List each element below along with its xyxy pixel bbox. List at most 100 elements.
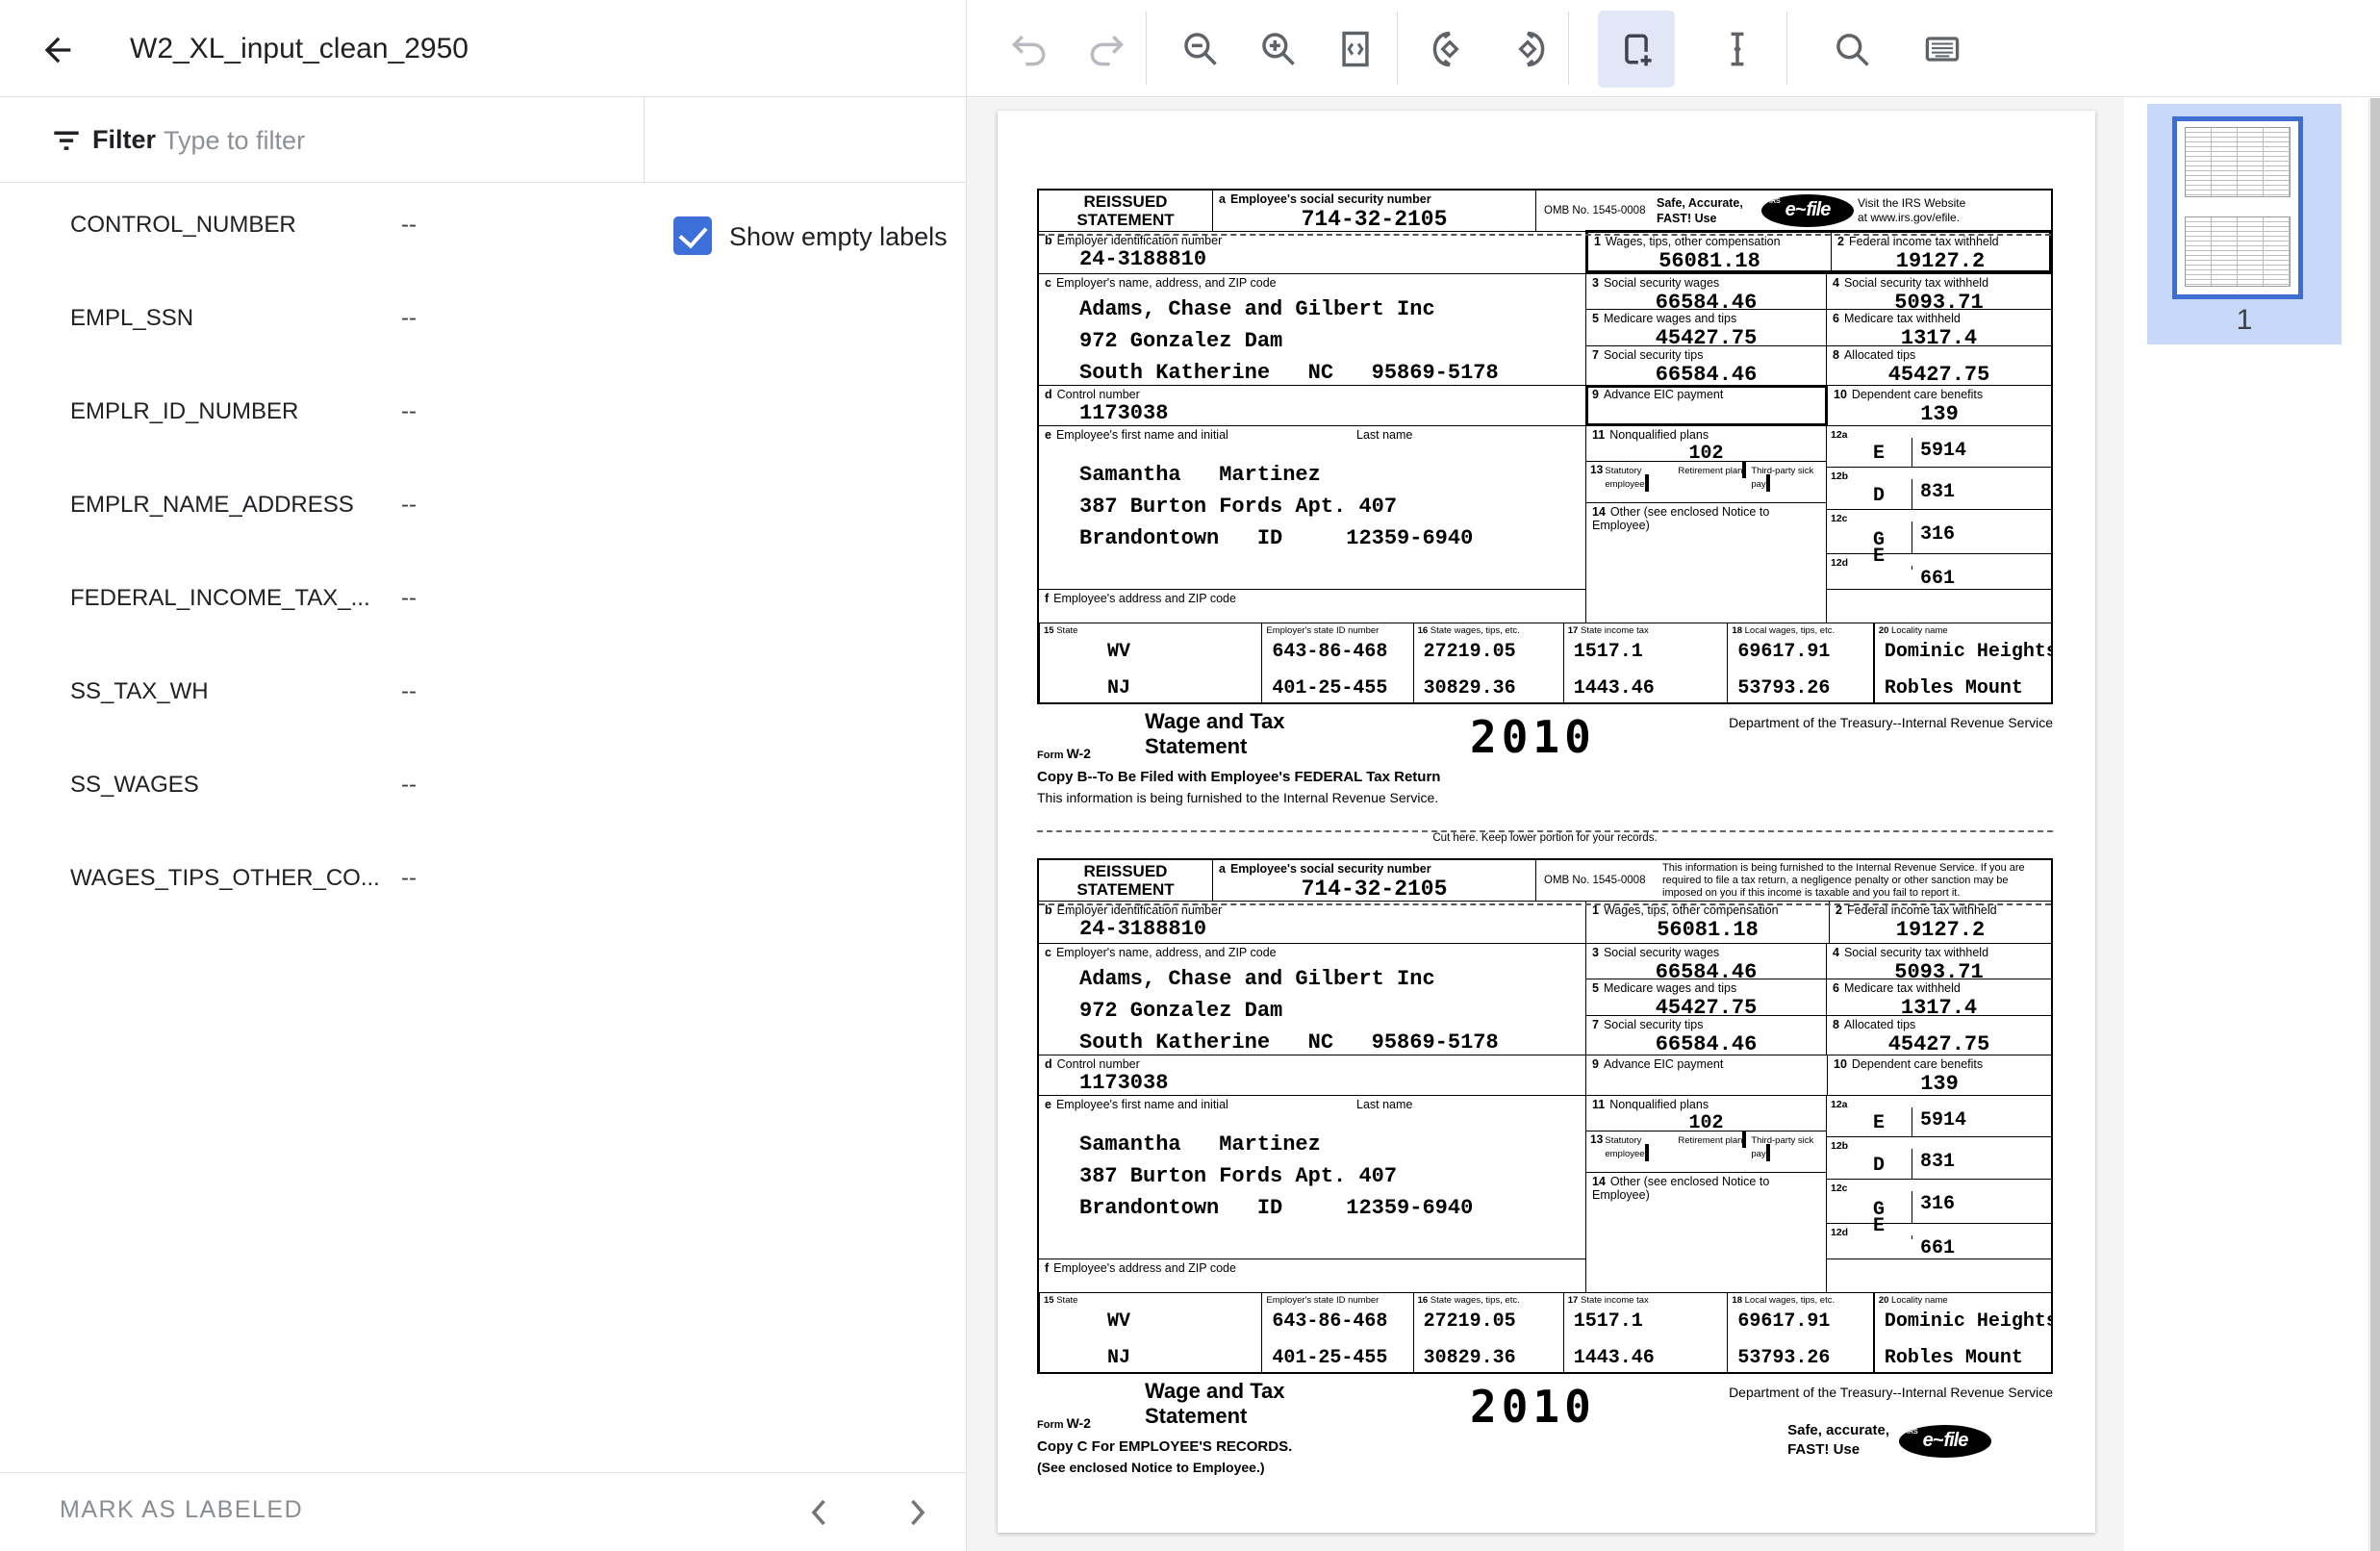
box-a-ssn: aEmployee's social security number 714-3… xyxy=(1212,860,1535,901)
zoom-in-icon xyxy=(1257,28,1300,70)
label-row[interactable]: CONTROL_NUMBER -- xyxy=(0,183,966,276)
tax-year: 2010 xyxy=(1470,711,1596,763)
document-viewer[interactable]: REISSUEDSTATEMENT aEmployee's social sec… xyxy=(967,98,2124,1551)
previous-document-button[interactable] xyxy=(797,1490,843,1537)
tax-year: 2010 xyxy=(1470,1381,1596,1433)
filter-bar: Filter Show empty labels xyxy=(0,97,966,183)
next-document-button[interactable] xyxy=(894,1490,940,1537)
form-header-right: OMB No. 1545-0008 Safe, Accurate,FAST! U… xyxy=(1535,191,2051,231)
document-header: W2_XL_input_clean_2950 xyxy=(0,0,966,97)
copy-b-footer: Form W-2 Wage and TaxStatement 2010 Depa… xyxy=(1037,709,2053,829)
keyboard-shortcuts-button[interactable] xyxy=(1920,27,1964,71)
document-toolbar xyxy=(967,0,2380,97)
keyboard-shortcuts-icon xyxy=(1921,28,1963,70)
add-bounding-box-button[interactable] xyxy=(1614,27,1658,71)
filter-label: Filter xyxy=(92,125,156,155)
label-value: -- xyxy=(401,865,417,892)
irs-efile-logo: IRSe~file xyxy=(1761,194,1854,227)
page-title: W2_XL_input_clean_2950 xyxy=(130,0,468,97)
scrollbar-thumb[interactable] xyxy=(2370,98,2380,1551)
label-name: FEDERAL_INCOME_TAX_... xyxy=(70,585,370,612)
page-thumbnail-selected[interactable]: 1 xyxy=(2147,104,2342,344)
label-value: -- xyxy=(401,772,417,799)
label-name: SS_WAGES xyxy=(70,772,199,799)
toolbar-divider xyxy=(1568,12,1569,85)
labels-list: CONTROL_NUMBER -- EMPL_SSN -- EMPLR_ID_N… xyxy=(0,183,966,1472)
left-panel: W2_XL_input_clean_2950 Filter Show empty… xyxy=(0,0,966,1551)
label-row[interactable]: EMPLR_NAME_ADDRESS -- xyxy=(0,463,966,556)
sidebar-bottom-bar: MARK AS LABELED xyxy=(0,1472,966,1551)
thumbnail-scrollbar[interactable] xyxy=(2368,98,2380,1551)
undo-icon xyxy=(1008,28,1051,70)
adjust-annotation-icon xyxy=(1716,28,1759,70)
w2-form-copy-b: REISSUEDSTATEMENT aEmployee's social sec… xyxy=(1037,189,2053,704)
zoom-in-button[interactable] xyxy=(1256,27,1301,71)
state-row-divider xyxy=(1039,234,2051,666)
filter-icon xyxy=(48,122,85,164)
redo-button[interactable] xyxy=(1084,27,1128,71)
rotate-right-button[interactable] xyxy=(1506,27,1550,71)
divider xyxy=(644,97,645,183)
back-arrow-icon xyxy=(38,31,77,69)
label-value: -- xyxy=(401,305,417,332)
chevron-right-icon xyxy=(899,1495,934,1530)
omb-number: OMB No. 1545-0008 xyxy=(1536,205,1657,216)
filter-input[interactable] xyxy=(164,114,616,166)
back-button[interactable] xyxy=(37,30,79,72)
label-row[interactable]: FEDERAL_INCOME_TAX_... -- xyxy=(0,556,966,649)
label-value: -- xyxy=(401,212,417,239)
label-value: -- xyxy=(401,398,417,425)
copy-c-footer: Form W-2 Wage and TaxStatement 2010 Depa… xyxy=(1037,1379,2053,1499)
safe-accurate-text: Safe, accurate,FAST! Use xyxy=(1787,1421,1889,1460)
w2-form-copy-c: REISSUEDSTATEMENT aEmployee's social sec… xyxy=(1037,858,2053,1374)
label-name: SS_TAX_WH xyxy=(70,678,209,705)
zoom-out-icon xyxy=(1179,28,1222,70)
search-document-icon xyxy=(1831,28,1873,70)
label-name: EMPL_SSN xyxy=(70,305,193,332)
fit-page-icon xyxy=(1334,28,1377,70)
rotate-right-icon xyxy=(1506,28,1549,70)
thumbnail-page-number: 1 xyxy=(2147,304,2342,337)
adjust-annotation-button[interactable] xyxy=(1715,27,1760,71)
search-document-button[interactable] xyxy=(1830,27,1874,71)
label-row[interactable]: SS_WAGES -- xyxy=(0,743,966,836)
box-a-ssn: aEmployee's social security number 714-3… xyxy=(1212,191,1535,231)
reissued-statement: REISSUEDSTATEMENT xyxy=(1039,191,1212,231)
form-header-right: OMB No. 1545-0008 This information is be… xyxy=(1535,860,2051,901)
label-value: -- xyxy=(401,492,417,519)
page-thumbnail[interactable] xyxy=(2172,116,2303,299)
toolbar-divider xyxy=(1786,12,1787,85)
redo-icon xyxy=(1085,28,1127,70)
label-name: CONTROL_NUMBER xyxy=(70,212,296,239)
document-page[interactable]: REISSUEDSTATEMENT aEmployee's social sec… xyxy=(998,111,2095,1533)
fit-page-button[interactable] xyxy=(1333,27,1378,71)
label-value: -- xyxy=(401,585,417,612)
mark-as-labeled-button[interactable]: MARK AS LABELED xyxy=(60,1496,303,1524)
cut-here-text: Cut here. Keep lower portion for your re… xyxy=(1037,832,2053,844)
rotate-left-icon xyxy=(1429,28,1471,70)
label-value: -- xyxy=(401,678,417,705)
state-row-divider xyxy=(1039,903,2051,1335)
thumbnail-preview xyxy=(2185,127,2291,289)
irs-efile-logo: IRSe~file xyxy=(1899,1425,1991,1458)
safe-accurate-text: Safe, Accurate,FAST! Use xyxy=(1657,195,1758,226)
add-bounding-box-icon xyxy=(1615,28,1658,70)
visit-irs-text: Visit the IRS Websiteat www.irs.gov/efil… xyxy=(1858,196,1973,225)
zoom-out-button[interactable] xyxy=(1178,27,1223,71)
label-name: WAGES_TIPS_OTHER_CO... xyxy=(70,865,380,892)
label-row[interactable]: EMPL_SSN -- xyxy=(0,276,966,369)
toolbar-divider xyxy=(1397,12,1398,85)
label-row[interactable]: SS_TAX_WH -- xyxy=(0,649,966,743)
label-row[interactable]: WAGES_TIPS_OTHER_CO... -- xyxy=(0,836,966,929)
thumbnail-panel: 1 xyxy=(2124,98,2368,1551)
rotate-left-button[interactable] xyxy=(1428,27,1472,71)
irs-notice-text: This information is being furnished to t… xyxy=(1657,860,2051,901)
omb-number: OMB No. 1545-0008 xyxy=(1536,875,1657,886)
undo-button[interactable] xyxy=(1007,27,1051,71)
toolbar-divider xyxy=(1146,12,1147,85)
label-name: EMPLR_NAME_ADDRESS xyxy=(70,492,354,519)
chevron-left-icon xyxy=(802,1495,837,1530)
label-row[interactable]: EMPLR_ID_NUMBER -- xyxy=(0,369,966,463)
reissued-statement: REISSUEDSTATEMENT xyxy=(1039,860,1212,901)
label-name: EMPLR_ID_NUMBER xyxy=(70,398,298,425)
